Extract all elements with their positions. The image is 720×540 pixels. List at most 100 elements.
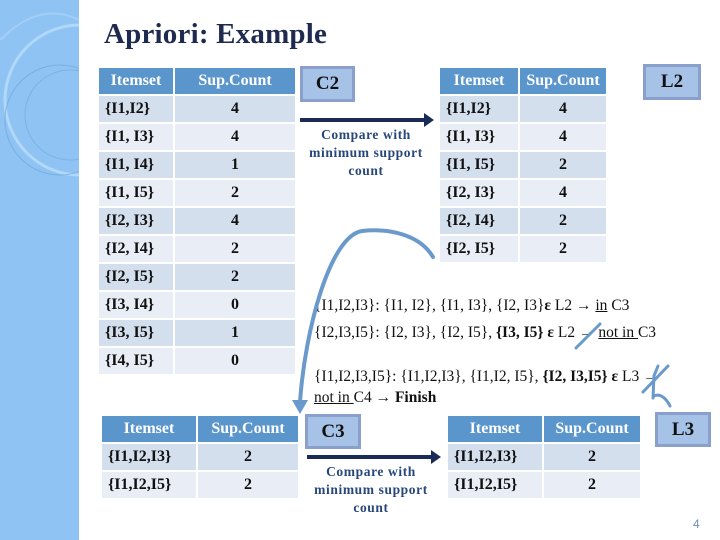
table-row: {I1,I2,I5} 2 — [448, 472, 640, 498]
itemset-cell: {I1,I2,I5} — [102, 472, 196, 498]
sup-count-cell: 4 — [520, 180, 606, 206]
sup-count-cell: 2 — [198, 444, 298, 470]
itemset-cell: {I1,I2} — [99, 96, 173, 122]
compare-text-line: Compare with — [326, 464, 416, 479]
target-set-text: C3 — [637, 324, 657, 341]
decorative-circles-icon — [0, 12, 79, 177]
compare-text-line: minimum support — [309, 145, 423, 160]
subset-text: {I1,I2,I3,I5}: {I1,I2,I3}, {I1,I2, I5}, — [314, 368, 543, 385]
sup-count-cell: 4 — [175, 124, 295, 150]
reasoning-line-1: {I1,I2,I3}: {I1, I2}, {I1, I3}, {I2, I3}… — [314, 297, 629, 315]
infrequent-subset-text: {I3, I5} — [495, 324, 544, 341]
sup-count-cell: 2 — [544, 444, 640, 470]
itemset-cell: {I2, I3} — [440, 180, 518, 206]
sup-count-cell: 4 — [175, 208, 295, 234]
c2-candidate-table: Itemset Sup.Count {I1,I2} 4 {I1, I3} 4 {I1, … — [97, 66, 297, 376]
l2-label-box: L2 — [643, 64, 701, 100]
itemset-cell: {I1, I5} — [440, 152, 518, 178]
subset-text: {I1,I2,I3}: {I1, I2}, {I1, I3}, {I2, I3} — [314, 297, 545, 314]
reasoning-line-3: {I1,I2,I3,I5}: {I1,I2,I3}, {I1,I2, I5}, … — [314, 368, 659, 386]
decorative-side-panel — [0, 0, 79, 540]
itemset-cell: {I1,I2,I3} — [448, 444, 542, 470]
itemset-cell: {I3, I4} — [99, 292, 173, 318]
table-row: {I1,I2,I3} 2 — [102, 444, 298, 470]
compare-text-line: count — [353, 500, 389, 515]
implies-text: L2 → — [551, 297, 596, 314]
sup-count-cell: 2 — [175, 236, 295, 262]
sup-count-cell: 2 — [175, 180, 295, 206]
reasoning-line-2: {I2,I3,I5}: {I2, I3}, {I2, I5}, {I3, I5}… — [314, 324, 656, 342]
member-of-symbol: ε — [607, 368, 619, 385]
not-in-text: not in — [598, 324, 638, 341]
table-row: {I1,I2,I5} 2 — [102, 472, 298, 498]
table-row: {I2, I3} 4 — [440, 180, 606, 206]
sup-count-cell: 2 — [520, 208, 606, 234]
c3-label-box: C3 — [305, 414, 361, 449]
itemset-cell: {I4, I5} — [99, 348, 173, 374]
column-header-itemset: Itemset — [448, 416, 542, 442]
itemset-cell: {I2, I5} — [99, 264, 173, 290]
l2-frequent-table: Itemset Sup.Count {I1,I2} 4 {I1, I3} 4 {I1, … — [438, 66, 608, 264]
sup-count-cell: 4 — [520, 96, 606, 122]
compare-min-support-text-2: Compare with minimum support count — [304, 463, 438, 517]
sup-count-cell: 1 — [175, 320, 295, 346]
column-header-sup-count: Sup.Count — [520, 68, 606, 94]
sup-count-cell: 4 — [175, 96, 295, 122]
sup-count-cell: 2 — [198, 472, 298, 498]
reasoning-line-4: not in C4 → Finish — [314, 389, 436, 407]
c3-candidate-table: Itemset Sup.Count {I1,I2,I3} 2 {I1,I2,I5} 2 — [100, 414, 300, 500]
table-row: {I2, I5} 2 — [440, 236, 606, 262]
subset-text: {I2,I3,I5}: {I2, I3}, {I2, I5}, — [314, 324, 496, 341]
itemset-cell: {I2, I5} — [440, 236, 518, 262]
compare-min-support-text-1: Compare with minimum support count — [300, 126, 432, 180]
itemset-cell: {I1,I2,I3} — [102, 444, 196, 470]
table-row: {I2, I5} 2 — [99, 264, 295, 290]
itemset-cell: {I1,I2,I5} — [448, 472, 542, 498]
table-row: {I2, I4} 2 — [99, 236, 295, 262]
slide-title: Apriori: Example — [104, 18, 328, 50]
implies-text: C4 → — [353, 389, 395, 406]
itemset-cell: {I2, I3} — [99, 208, 173, 234]
sup-count-cell: 1 — [175, 152, 295, 178]
compare-arrow-right — [307, 450, 441, 464]
table-row: {I1, I5} 2 — [99, 180, 295, 206]
curved-arrow-head-icon — [292, 400, 308, 414]
column-header-sup-count: Sup.Count — [175, 68, 295, 94]
itemset-cell: {I1, I3} — [440, 124, 518, 150]
table-row: {I1, I4} 1 — [99, 152, 295, 178]
sup-count-cell: 2 — [520, 152, 606, 178]
table-row: {I2, I4} 2 — [440, 208, 606, 234]
sup-count-cell: 4 — [520, 124, 606, 150]
table-row: {I3, I4} 0 — [99, 292, 295, 318]
infrequent-subset-text: {I2, I3,I5} — [542, 368, 608, 385]
l3-label-box: L3 — [655, 412, 711, 447]
target-set-text: C3 — [607, 297, 630, 314]
page-number: 4 — [693, 517, 700, 531]
sup-count-cell: 2 — [520, 236, 606, 262]
sup-count-cell: 0 — [175, 292, 295, 318]
compare-text-line: Compare with — [321, 127, 411, 142]
column-header-sup-count: Sup.Count — [544, 416, 640, 442]
sup-count-cell: 2 — [544, 472, 640, 498]
compare-text-line: minimum support — [314, 482, 428, 497]
not-in-text: not in — [314, 389, 354, 406]
finish-text: Finish — [394, 389, 437, 406]
itemset-cell: {I2, I4} — [440, 208, 518, 234]
compare-arrow-right — [300, 113, 434, 127]
sup-count-cell: 2 — [175, 264, 295, 290]
implies-text: L2 → — [553, 324, 599, 341]
table-row: {I2, I3} 4 — [99, 208, 295, 234]
member-of-symbol: ε — [543, 324, 554, 341]
table-row: {I4, I5} 0 — [99, 348, 295, 374]
itemset-cell: {I2, I4} — [99, 236, 173, 262]
in-text: in — [595, 297, 608, 314]
column-header-itemset: Itemset — [102, 416, 196, 442]
column-header-itemset: Itemset — [440, 68, 518, 94]
itemset-cell: {I3, I5} — [99, 320, 173, 346]
table-row: {I1,I2,I3} 2 — [448, 444, 640, 470]
sup-count-cell: 0 — [175, 348, 295, 374]
table-row: {I1, I3} 4 — [440, 124, 606, 150]
itemset-cell: {I1, I3} — [99, 124, 173, 150]
l3-frequent-table: Itemset Sup.Count {I1,I2,I3} 2 {I1,I2,I5} 2 — [446, 414, 642, 500]
table-row: {I1,I2} 4 — [440, 96, 606, 122]
